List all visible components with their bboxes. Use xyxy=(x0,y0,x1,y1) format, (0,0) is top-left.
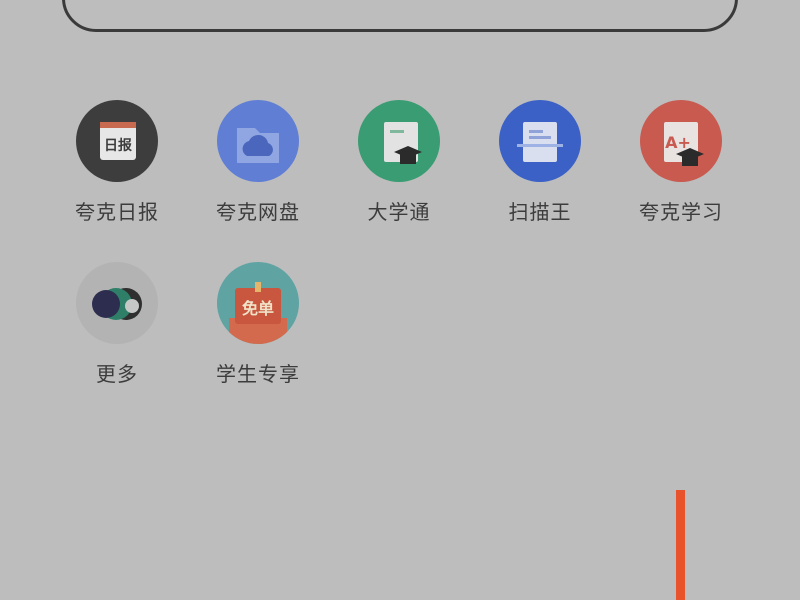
home-screen: 日报 夸克日报 夸克网盘 大学通 扫描王 A+ 夸克学习 更多 免单 学生专享 xyxy=(0,0,800,600)
scanner-icon xyxy=(499,100,581,182)
more-icon xyxy=(76,262,158,344)
app-label: 大学通 xyxy=(367,200,431,224)
search-bar[interactable] xyxy=(62,0,738,32)
app-scanner[interactable]: 扫描王 xyxy=(470,100,610,225)
accent-line xyxy=(676,490,685,600)
app-quark-study[interactable]: A+ 夸克学习 xyxy=(611,100,751,225)
app-label: 夸克网盘 xyxy=(216,200,300,224)
daily-news-icon: 日报 xyxy=(76,100,158,182)
cloud-drive-icon xyxy=(217,100,299,182)
student-exclusive-icon-text: 免单 xyxy=(242,299,274,318)
app-label: 夸克日报 xyxy=(75,200,159,224)
study-icon-text: A+ xyxy=(665,133,691,152)
app-label: 夸克学习 xyxy=(639,200,723,224)
app-university[interactable]: 大学通 xyxy=(329,100,469,225)
app-label: 学生专享 xyxy=(216,362,300,386)
app-more[interactable]: 更多 xyxy=(47,262,187,387)
app-quark-daily[interactable]: 日报 夸克日报 xyxy=(47,100,187,225)
app-quark-cloud-drive[interactable]: 夸克网盘 xyxy=(188,100,328,225)
university-icon xyxy=(358,100,440,182)
study-icon: A+ xyxy=(640,100,722,182)
app-label: 扫描王 xyxy=(508,200,572,224)
student-exclusive-icon: 免单 xyxy=(217,262,299,344)
daily-news-icon-text: 日报 xyxy=(104,138,132,154)
app-label: 更多 xyxy=(96,362,138,386)
app-student-exclusive[interactable]: 免单 学生专享 xyxy=(188,262,328,387)
